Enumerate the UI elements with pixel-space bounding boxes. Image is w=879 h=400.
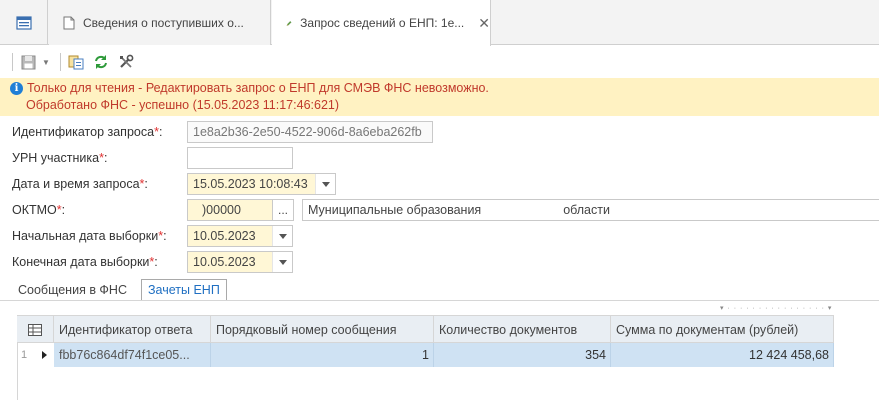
panel-resize-marks: ▾ · · · · · · · · · · · · · · · · ▾ xyxy=(720,305,833,312)
tab-enp-request[interactable]: Запрос сведений о ЕНП: 1е... ✕ xyxy=(272,0,491,46)
close-icon[interactable]: ✕ xyxy=(478,15,490,32)
document-tab-strip: Сведения о поступивших о... Запрос сведе… xyxy=(0,0,879,46)
tab-enp-offsets[interactable]: Зачеты ЕНП xyxy=(141,279,227,300)
oktmo-label: ОКТМО*: xyxy=(12,203,66,217)
cell-response-id[interactable]: fbb76c864df74f1ce05... xyxy=(54,343,211,367)
oktmo-description-field: Муниципальные образования области xyxy=(302,199,879,221)
refresh-icon xyxy=(94,55,107,69)
cell-doc-count[interactable]: 354 xyxy=(434,343,611,367)
start-date-label: Начальная дата выборки*: xyxy=(12,229,167,243)
oktmo-field[interactable]: )00000 xyxy=(187,199,273,221)
cell-message-number[interactable]: 1 xyxy=(211,343,434,367)
row-number: 1 xyxy=(21,349,28,361)
toolbar: ▼ xyxy=(0,46,879,78)
cell-doc-sum[interactable]: 12 424 458,68 xyxy=(611,343,834,367)
request-id-label: Идентификатор запроса*: xyxy=(12,125,163,139)
urn-field[interactable] xyxy=(187,147,293,169)
row-indicator: 1 xyxy=(17,343,54,367)
grid-settings-button[interactable] xyxy=(17,316,54,343)
info-icon: i xyxy=(10,81,23,95)
chevron-down-icon[interactable] xyxy=(315,174,335,194)
end-date-label: Конечная дата выборки*: xyxy=(12,255,158,269)
end-date-field[interactable]: 10.05.2023 xyxy=(187,251,293,273)
save-icon xyxy=(21,55,35,69)
save-dropdown-arrow-icon[interactable]: ▼ xyxy=(42,58,50,67)
pencil-icon xyxy=(286,20,292,26)
copy-document-icon xyxy=(68,55,84,70)
copy-document-button[interactable] xyxy=(65,51,87,73)
start-date-field[interactable]: 10.05.2023 xyxy=(187,225,293,247)
request-id-field[interactable]: 1e8a2b36-2e50-4522-906d-8a6eba262fb xyxy=(187,121,433,143)
current-row-arrow-icon xyxy=(42,351,48,359)
column-header-response-id[interactable]: Идентификатор ответа xyxy=(54,316,211,343)
save-button[interactable] xyxy=(17,51,39,73)
chevron-down-icon[interactable] xyxy=(272,252,292,272)
tab-received-info[interactable]: Сведения о поступивших о... xyxy=(49,0,271,45)
tab-divider xyxy=(0,300,879,301)
request-datetime-field[interactable]: 15.05.2023 10:08:43 xyxy=(187,173,336,195)
tab-fns-messages[interactable]: Сообщения в ФНС xyxy=(12,279,133,300)
tab-label: Сведения о поступивших о... xyxy=(83,15,244,30)
toolbar-separator xyxy=(12,53,13,71)
chevron-down-icon[interactable] xyxy=(272,226,292,246)
urn-label: УРН участника*: xyxy=(12,151,108,165)
grid-icon xyxy=(28,323,42,336)
table-row[interactable]: 1 fbb76c864df74f1ce05... 1 354 12 424 45… xyxy=(17,343,834,367)
request-datetime-label: Дата и время запроса*: xyxy=(12,177,148,191)
toolbar-separator xyxy=(59,53,61,71)
column-header-message-number[interactable]: Порядковый номер сообщения xyxy=(211,316,434,343)
window-icon xyxy=(15,15,32,30)
home-tab[interactable] xyxy=(0,0,48,45)
tab-label: Запрос сведений о ЕНП: 1е... xyxy=(300,16,465,30)
tools-button[interactable] xyxy=(115,51,137,73)
banner-status-text: Обработано ФНС - успешно (15.05.2023 11:… xyxy=(26,98,340,112)
column-header-doc-count[interactable]: Количество документов xyxy=(434,316,611,343)
document-icon xyxy=(63,16,75,29)
tools-icon xyxy=(119,54,134,68)
oktmo-select-button[interactable]: ... xyxy=(272,199,294,221)
read-only-banner: i Только для чтения - Редактировать запр… xyxy=(0,78,879,116)
grid-header: Идентификатор ответа Порядковый номер со… xyxy=(17,315,834,343)
column-header-doc-sum[interactable]: Сумма по документам (рублей) xyxy=(611,316,834,343)
banner-readonly-text: Только для чтения - Редактировать запрос… xyxy=(27,81,489,95)
refresh-button[interactable] xyxy=(90,51,112,73)
